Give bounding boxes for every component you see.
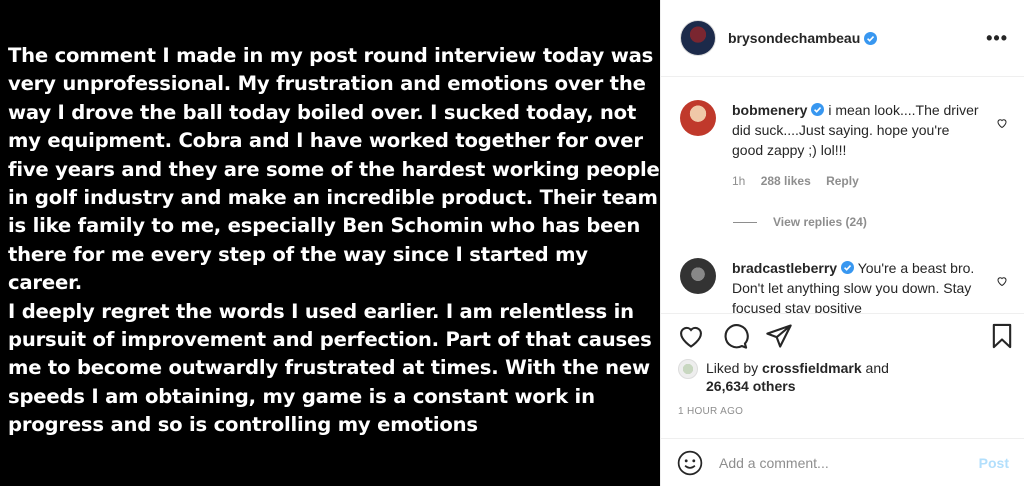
avatar[interactable] (680, 20, 716, 56)
liker-avatar[interactable] (678, 359, 698, 379)
post-actions (677, 318, 1017, 356)
comment-body: bradcastleberry You're a beast bro. Don'… (732, 258, 1010, 313)
comment-like-heart-icon[interactable] (996, 117, 1008, 129)
post-side-panel: brysondechambeau ••• bobmenery i mean lo… (660, 0, 1024, 486)
commenter-avatar[interactable] (680, 100, 716, 136)
comment-meta: 1h 288 likes Reply (732, 171, 980, 191)
comment-item: bradcastleberry You're a beast bro. Don'… (680, 258, 1010, 313)
comment-body: bobmenery i mean look....The driver did … (732, 100, 1010, 191)
post-comment-button[interactable]: Post (979, 455, 1009, 471)
view-replies-button[interactable]: View replies (24) (733, 215, 867, 229)
comment-time[interactable]: 1h (732, 174, 745, 188)
comments-list[interactable]: bobmenery i mean look....The driver did … (661, 78, 1024, 313)
verified-badge-icon (811, 103, 825, 116)
post-image-text: The comment I made in my post round inte… (8, 44, 660, 437)
add-comment-bar: Post (661, 438, 1024, 486)
replies-divider (733, 221, 757, 223)
liked-by-others[interactable]: 26,634 others (706, 378, 796, 394)
actions-divider (661, 313, 1024, 314)
post-timestamp[interactable]: 1 HOUR AGO (678, 406, 743, 417)
verified-badge-icon (864, 31, 878, 45)
post-header: brysondechambeau ••• (661, 0, 1024, 77)
post-image: The comment I made in my post round inte… (0, 0, 660, 486)
comment-item: bobmenery i mean look....The driver did … (680, 100, 1010, 191)
likes-text: Liked by crossfieldmark and 26,634 other… (706, 359, 889, 395)
add-comment-input[interactable] (719, 454, 979, 471)
author-username[interactable]: brysondechambeau (728, 30, 860, 46)
like-heart-icon[interactable] (677, 322, 705, 350)
share-paper-plane-icon[interactable] (765, 322, 793, 350)
likes-summary: Liked by crossfieldmark and 26,634 other… (678, 359, 889, 395)
liked-by-and: and (861, 360, 889, 376)
save-bookmark-icon[interactable] (988, 322, 1016, 350)
liked-by-prefix: Liked by (706, 360, 763, 376)
emoji-smiley-icon[interactable] (677, 450, 703, 476)
comment-like-heart-icon[interactable] (996, 275, 1008, 287)
view-replies-label: View replies (24) (773, 215, 867, 229)
reply-button[interactable]: Reply (826, 174, 859, 188)
more-options-icon[interactable]: ••• (986, 28, 1008, 49)
commenter-avatar[interactable] (680, 258, 716, 294)
comment-bubble-icon[interactable] (721, 322, 749, 350)
liked-by-user[interactable]: crossfieldmark (762, 360, 862, 376)
commenter-username[interactable]: bobmenery (732, 102, 807, 118)
verified-badge-icon (841, 261, 855, 274)
commenter-username[interactable]: bradcastleberry (732, 260, 837, 276)
comment-likes[interactable]: 288 likes (761, 174, 811, 188)
